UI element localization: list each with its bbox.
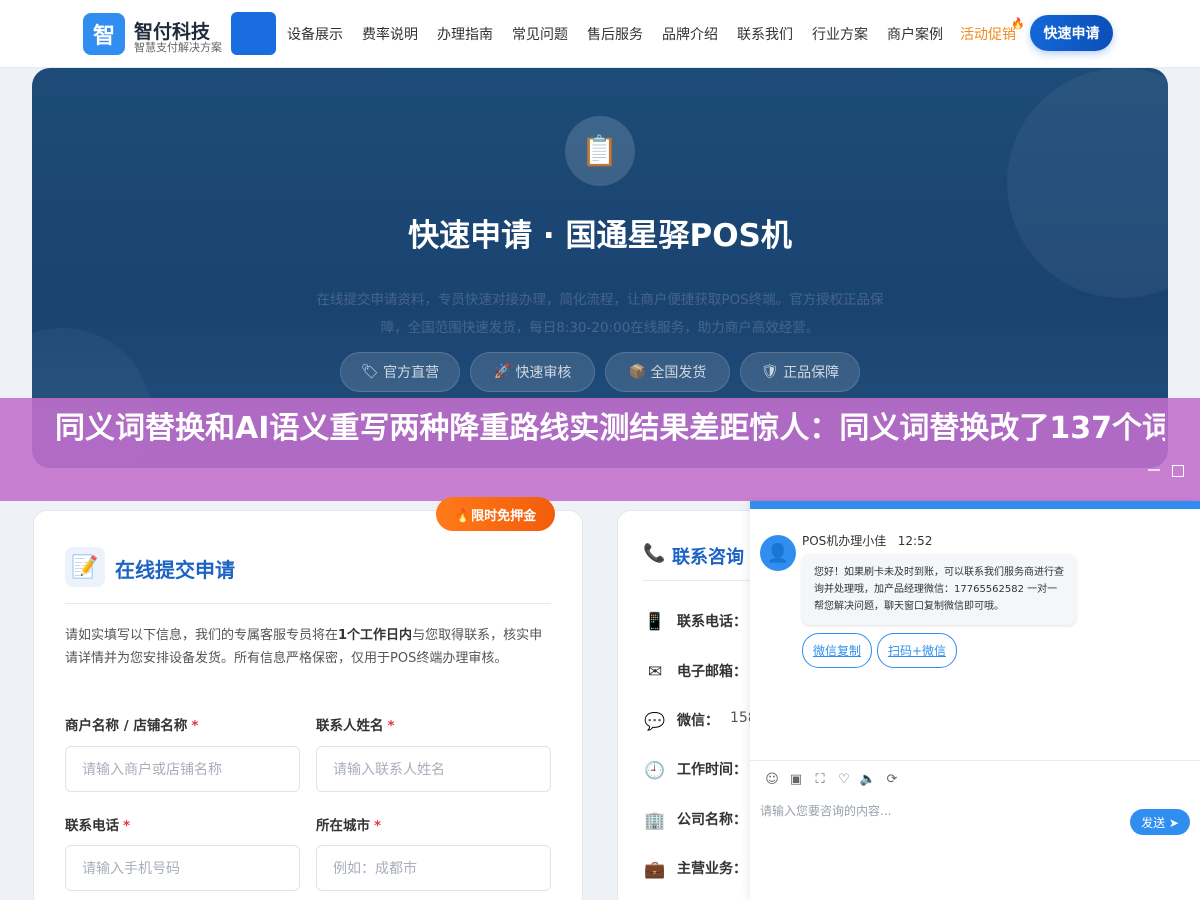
agent-name: POS机办理小佳 [802,534,887,548]
contact-name-label: 联系人姓名 * [316,714,395,734]
label-text: 联系人姓名 [316,718,384,734]
building-icon: 🏢 [644,811,666,831]
nav-links: 设备展示 费率说明 办理指南 常见问题 售后服务 品牌介绍 联系我们 行业方案 … [287,24,962,44]
brand-subtitle: 智慧支付解决方案 [134,41,222,54]
chat-agent-meta: POS机办理小佳 12:52 [802,532,932,549]
nav-link-guide[interactable]: 办理指南 [437,24,493,44]
phone-input[interactable]: 请输入手机号码 [65,845,300,891]
quick-apply-button[interactable]: 快速申请 [1030,15,1113,51]
tag-label: 快速审核 [515,365,572,381]
contact-phone-label: 联系电话： [677,614,747,630]
divider [65,603,551,604]
free-deposit-badge: 🔥限时免押金 [436,497,555,531]
image-icon[interactable]: ▣ [784,769,808,789]
chat-input[interactable]: 请输入您要咨询的内容... [760,802,1120,822]
phone-label: 联系电话 * [65,814,130,834]
divider [750,760,1200,761]
email-icon: ✉ [647,662,663,682]
form-description: 请如实填写以下信息，我们的专属客服专员将在1个工作日内与您取得联系，核实申请详情… [65,624,551,670]
maximize-icon[interactable] [1172,465,1184,477]
tag-genuine: 🛡 正品保障 [740,352,860,392]
decor-circle [1007,68,1168,298]
nav-link-contact[interactable]: 联系我们 [737,24,793,44]
nav-link-brand[interactable]: 品牌介绍 [662,24,718,44]
contact-wechat-label: 微信： [677,713,719,729]
chat-message-bubble: 您好！如果刷卡未及时到账，可以联系我们服务商进行查询并处理哦，加产品经理微信：1… [802,554,1076,625]
merchant-name-input[interactable]: 请输入商户或店铺名称 [65,746,300,792]
tag-icon: 🏷 [360,364,379,380]
shield-icon: 🛡 [760,364,779,380]
memo-icon: 📝 [65,547,105,587]
briefcase-icon: 💼 [644,860,666,880]
nav-link-rates[interactable]: 费率说明 [362,24,418,44]
required-mark: * [387,718,395,734]
tag-shipping: 📦 全国发货 [605,352,730,392]
sound-icon[interactable]: 🔈 [856,769,880,789]
contact-hours-label: 工作时间： [677,762,747,778]
contact-company-label: 公司名称： [677,812,747,828]
wechat-icon: 💬 [644,712,666,732]
message-time: 12:52 [897,534,933,548]
city-input[interactable]: 例如：成都市 [316,845,551,891]
hero-description: 在线提交申请资料，专员快速对接办理，简化流程，让商户便捷获取POS终端。官方授权… [316,292,884,336]
tag-label: 官方直营 [383,365,440,381]
required-mark: * [191,718,199,734]
chat-widget: 👤 POS机办理小佳 12:52 您好！如果刷卡未及时到账，可以联系我们服务商进… [750,501,1200,900]
tag-label: 正品保障 [783,365,840,381]
phone-icon: 📞 [643,543,666,564]
nav-link-devices[interactable]: 设备展示 [287,24,343,44]
nav-link-solutions[interactable]: 行业方案 [812,24,868,44]
fire-icon: 🔥 [1011,17,1025,30]
form-title: 在线提交申请 [115,558,235,582]
contact-name-input[interactable]: 请输入联系人姓名 [316,746,551,792]
minimize-icon[interactable] [1148,469,1160,471]
logo-icon[interactable]: 智 [83,13,125,55]
merchant-name-label: 商户名称 / 店铺名称 * [65,714,198,734]
nav-link-faq[interactable]: 常见问题 [512,24,568,44]
favorite-icon[interactable]: ♡ [832,769,856,789]
hero-tags: 🏷 官方直营 🚀 快速审核 📦 全国发货 🛡 正品保障 [340,352,870,392]
hero-title: 快速申请 · 国通星驿POS机 [408,218,792,254]
send-button[interactable]: 发送 ➤ [1130,809,1190,835]
required-mark: * [374,818,382,834]
contact-business-label: 主营业务： [677,861,747,877]
chat-toolbar: ☺ ▣ ⛶ ♡ 🔈 ⟳ [760,769,904,789]
emoji-icon[interactable]: ☺ [760,769,784,789]
label-text: 联系电话 [65,818,119,834]
refresh-icon[interactable]: ⟳ [880,769,904,789]
scan-wechat-button[interactable]: 扫码+微信 [877,633,957,668]
tag-label: 全国发货 [650,365,707,381]
form-desc-text: 请如实填写以下信息，我们的专属客服专员将在 [65,628,339,643]
nav-link-aftersales[interactable]: 售后服务 [587,24,643,44]
headline-overlay-banner: 同义词替换和AI语义重写两种降重路线实测结果差距惊人：同义词替换改了137个词查… [0,398,1200,501]
clock-icon: 🕘 [644,761,666,781]
top-navbar: 智 智付科技 智慧支付解决方案 首页 设备展示 费率说明 办理指南 常见问题 售… [0,0,1200,68]
nav-link-promo[interactable]: 活动促销 [960,24,1016,44]
tag-fast-review: 🚀 快速审核 [470,352,595,392]
nav-home-link[interactable]: 首页 [231,12,276,55]
clipboard-icon: 📋 [565,116,635,186]
form-desc-highlight: 1个工作日内 [338,628,413,643]
rocket-icon: 🚀 [493,364,511,380]
box-icon: 📦 [628,364,646,380]
mobile-icon: 📱 [644,612,666,632]
copy-wechat-button[interactable]: 微信复制 [802,633,872,668]
chat-header-bar [750,501,1200,509]
contact-title: 联系咨询 [672,547,744,568]
tag-official: 🏷 官方直营 [340,352,460,392]
city-label: 所在城市 * [316,814,381,834]
banner-text: 同义词替换和AI语义重写两种降重路线实测结果差距惊人：同义词替换改了137个词查… [55,411,1165,446]
required-mark: * [123,818,131,834]
label-text: 所在城市 [316,818,370,834]
nav-link-cases[interactable]: 商户案例 [887,24,943,44]
agent-avatar-icon: 👤 [760,535,796,571]
label-text: 商户名称 / 店铺名称 [65,718,188,734]
screenshot-icon[interactable]: ⛶ [808,769,832,789]
divider [643,580,753,581]
contact-email-label: 电子邮箱： [677,664,747,680]
